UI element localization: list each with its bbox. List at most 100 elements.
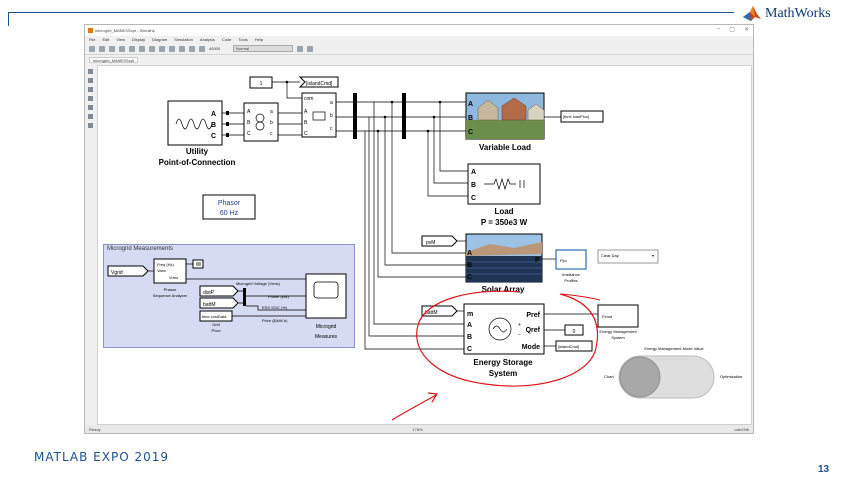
from-island-label: [islandCmd] bbox=[558, 344, 579, 349]
phasor-line2: 60 Hz bbox=[220, 210, 239, 217]
goto-island-cmd[interactable]: [islandCmd] bbox=[298, 76, 339, 88]
ems-label2: System bbox=[611, 335, 625, 340]
svg-text:A: A bbox=[471, 169, 476, 176]
qref-value: 0 bbox=[573, 329, 576, 335]
grid-price-block[interactable]: time costData bbox=[199, 310, 233, 322]
svg-text:a: a bbox=[330, 100, 333, 106]
measures-scope-block[interactable] bbox=[305, 273, 347, 319]
signal-price: Price ($/kW-h) bbox=[262, 318, 288, 323]
svg-text:C: C bbox=[247, 131, 251, 137]
irradiance-select-value: Clear Day bbox=[601, 253, 619, 258]
ems-switch-right: Optimization bbox=[720, 374, 742, 379]
solar-array-block[interactable]: A B C P bbox=[465, 233, 543, 283]
chevron-down-icon: ▾ bbox=[652, 253, 654, 258]
powergui-phasor-block[interactable]: Phasor 60 Hz bbox=[202, 194, 256, 220]
ems-label1: Energy Management bbox=[599, 329, 637, 334]
grid-price-label2: Price bbox=[211, 328, 221, 333]
pcmd-block[interactable]: Pcmd bbox=[597, 304, 639, 328]
qref-constant[interactable]: 0 bbox=[564, 324, 584, 336]
constant-block[interactable]: 1 bbox=[249, 76, 273, 89]
ess-port-a: A bbox=[467, 322, 472, 329]
breaker-com: com bbox=[304, 96, 313, 102]
irradiance-ppv: Ppv bbox=[560, 258, 567, 263]
ess-port-qref: Qref bbox=[526, 327, 541, 334]
vabc-label: Vabc bbox=[157, 268, 166, 273]
irradiance-profile-select[interactable]: Clear Day ▾ bbox=[597, 249, 659, 264]
breaker-block[interactable]: com ABC abc bbox=[301, 92, 337, 138]
transformer-block[interactable]: ABC abc bbox=[243, 102, 279, 142]
utility-title: Utility bbox=[186, 147, 209, 156]
pvm-label: pvM bbox=[426, 240, 435, 246]
signal-power: Power (kW) bbox=[268, 294, 290, 299]
vgrid-from[interactable]: Vgrid bbox=[107, 265, 149, 277]
signal-soc: ESS SOC (%) bbox=[262, 305, 288, 310]
ess-title1: Energy Storage bbox=[473, 358, 533, 367]
from-time-load[interactable]: [time loadFlux] bbox=[560, 110, 604, 123]
svg-text:B: B bbox=[211, 122, 216, 129]
slide: MathWorks microgrid_MANESScpt - Simulink… bbox=[0, 0, 848, 484]
solar-array-label: Solar Array bbox=[482, 285, 525, 294]
measures-label2: Measures bbox=[315, 334, 337, 340]
svg-text:−: − bbox=[518, 332, 521, 338]
ess-port-m: m bbox=[467, 311, 473, 318]
load-title: Load bbox=[494, 207, 513, 216]
ess-port-b: B bbox=[467, 334, 472, 341]
variable-load-label: Variable Load bbox=[479, 143, 531, 152]
footer-expo: MATLAB EXPO 2019 bbox=[34, 450, 170, 464]
phasor-analyzer-label2: Sequence Analyzer bbox=[153, 293, 188, 298]
svg-text:B: B bbox=[467, 262, 472, 269]
svg-text:C: C bbox=[468, 129, 473, 136]
constant-value: 1 bbox=[260, 81, 263, 87]
energy-storage-block[interactable]: m A B C Pref Qref Mode + − bbox=[463, 303, 545, 355]
pcmd-label: Pcmd bbox=[602, 314, 612, 319]
freq-label: Freq (Hz) bbox=[157, 262, 175, 267]
measures-label1: Microgrid bbox=[316, 324, 337, 330]
svg-text:C: C bbox=[471, 195, 476, 202]
time-load-label: [time loadFlux] bbox=[563, 114, 589, 119]
load-power: P = 350e3 W bbox=[481, 218, 528, 227]
distp-from[interactable]: distP bbox=[199, 285, 239, 297]
goto-island-label: [islandCmd] bbox=[306, 81, 333, 87]
ems-switch-title: Energy Management Mode Value bbox=[644, 346, 704, 351]
svg-text:B: B bbox=[471, 182, 476, 189]
ess-port-mode: Mode bbox=[522, 344, 540, 351]
phasor-analyzer-block[interactable]: Freq (Hz) Vabc Vrms bbox=[153, 258, 187, 284]
ems-switch-left: Chart bbox=[604, 374, 615, 379]
vrms-label: Vrms bbox=[169, 275, 178, 280]
phasor-line1: Phasor bbox=[218, 200, 241, 207]
irradiance-label1: Irradiance bbox=[562, 272, 581, 277]
svg-text:B: B bbox=[468, 115, 473, 122]
model-diagram: 1 [islandCmd] A B C Utility Point-of-Con… bbox=[107, 76, 742, 421]
svg-text:+: + bbox=[518, 322, 521, 328]
irradiance-block[interactable]: Ppv bbox=[555, 249, 587, 270]
svg-text:A: A bbox=[467, 250, 472, 257]
svg-text:C: C bbox=[211, 133, 216, 140]
ems-mode-toggle[interactable] bbox=[618, 355, 715, 399]
phasor-analyzer-label1: Phasor bbox=[164, 287, 177, 292]
time-cost-label: time costData bbox=[202, 314, 227, 319]
ess-port-c: C bbox=[467, 346, 472, 353]
svg-text:b: b bbox=[270, 120, 273, 126]
utility-source-block[interactable]: A B C bbox=[167, 100, 223, 146]
svg-text:P: P bbox=[535, 257, 540, 264]
svg-text:b: b bbox=[330, 113, 333, 119]
svg-text:a: a bbox=[270, 109, 273, 115]
page-number: 13 bbox=[818, 464, 830, 475]
signal-voltage: Microgrid Voltage (Vrms) bbox=[236, 281, 281, 286]
grid-price-label1: Grid bbox=[212, 322, 220, 327]
battm-from-label: battM bbox=[203, 302, 216, 308]
variable-load-block[interactable]: A B C bbox=[465, 92, 545, 140]
goto-pvm[interactable]: pvM bbox=[421, 235, 458, 247]
battm-from[interactable]: battM bbox=[199, 297, 239, 309]
utility-subtitle: Point-of-Connection bbox=[159, 158, 236, 167]
svg-text:A: A bbox=[468, 101, 473, 108]
load-block[interactable]: ABC bbox=[467, 163, 541, 205]
from-island-cmd[interactable]: [islandCmd] bbox=[555, 340, 593, 352]
svg-text:C: C bbox=[304, 131, 308, 137]
distp-label: distP bbox=[203, 290, 215, 296]
irradiance-label2: Profiles bbox=[564, 278, 577, 283]
svg-text:A: A bbox=[211, 111, 216, 118]
ess-title2: System bbox=[489, 369, 517, 378]
vgrid-label: Vgrid bbox=[111, 270, 123, 276]
ess-port-pref: Pref bbox=[526, 312, 540, 319]
